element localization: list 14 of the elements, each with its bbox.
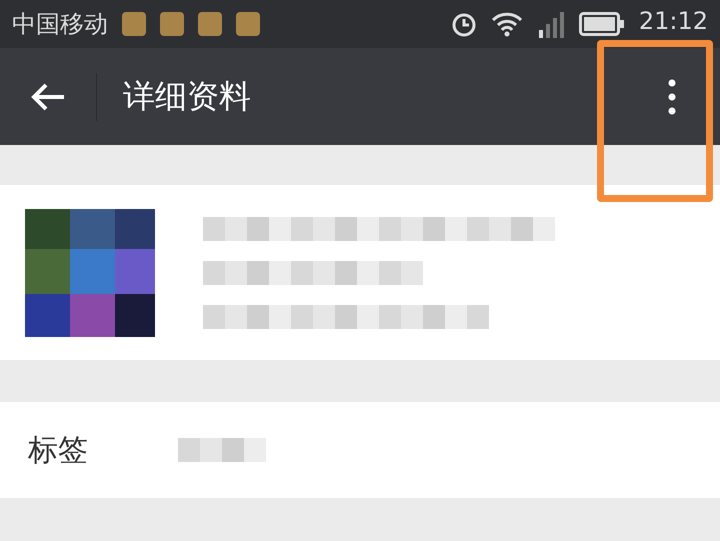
alarm-icon	[450, 11, 477, 37]
signal-icon	[536, 10, 565, 38]
app-icon	[236, 12, 260, 36]
page-title: 详细资料	[123, 76, 252, 116]
back-arrow-icon	[30, 82, 66, 112]
battery-icon	[578, 12, 625, 36]
clock-time: 21:12	[638, 7, 708, 35]
more-dots-icon	[668, 78, 676, 114]
app-icon	[160, 12, 184, 36]
wifi-icon	[490, 11, 523, 37]
carrier-name: 中国移动	[12, 9, 108, 40]
tag-label: 标签	[28, 432, 88, 470]
app-icon	[122, 12, 146, 36]
app-icon	[198, 12, 222, 36]
